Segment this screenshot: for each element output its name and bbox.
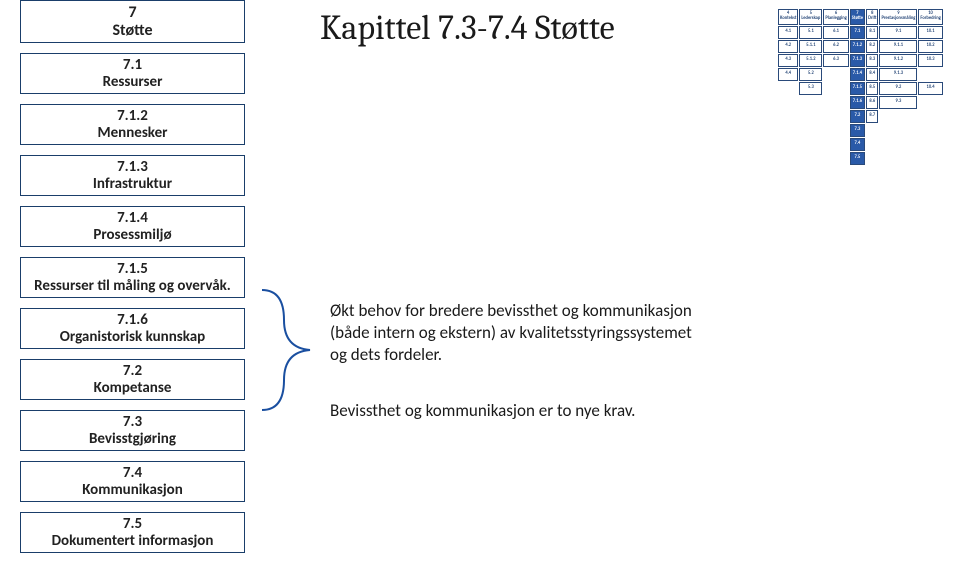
mini-cell-6-2: 6.2 [823,40,848,53]
nav-box-number: 7.1.6 [117,312,148,329]
left-nav-column: 7Støtte 7.1Ressurser 7.1.2Mennesker 7.1.3In… [20,0,245,563]
nav-box-label: Dokumentert informasjon [52,533,214,550]
mini-cell-9-3: 9.3 [879,96,917,109]
mini-cell-5-2: 5.2 [799,68,822,81]
mini-header-8: 8Drift [866,9,878,25]
mini-cell-8-2: 8.2 [866,40,878,53]
mini-header-9: 9Prestasjonsmåling [879,9,917,25]
nav-box-number: 7.1.4 [117,210,148,227]
mini-header-7: 7Støtte [850,9,865,25]
mini-cell-4-3: 4.3 [778,54,798,67]
mini-cell-7-5: 7.5 [850,152,865,165]
nav-box-label: Kompetanse [94,380,172,397]
nav-box-7-1-6[interactable]: 7.1.6Organistorisk kunnskap [20,308,245,349]
nav-box-7-1-4[interactable]: 7.1.4Prosessmiljø [20,206,245,247]
nav-box-number: 7.1.5 [117,261,148,278]
mini-cell-8-1: 8.1 [866,26,878,39]
mini-cell-9-1-3: 9.1.3 [879,68,917,81]
mini-cell-4-4: 4.4 [778,68,798,81]
mini-cell-7-1-5: 7.1.5 [850,82,865,95]
nav-box-number: 7.2 [123,363,142,380]
mini-cell-8-3: 8.3 [866,54,878,67]
nav-box-number: 7 [128,4,136,22]
mini-cell-10-2: 10.2 [918,40,942,53]
mini-cell-5-1-1: 5.1.1 [799,40,822,53]
mini-cell-5-1-2: 5.1.2 [799,54,822,67]
mini-cell-4-1: 4.1 [778,26,798,39]
brace-connector [262,290,317,410]
nav-box-label: Infrastruktur [93,176,172,193]
mini-cell-7-2: 7.2 [850,110,865,123]
mini-header-6: 6Planlegging [823,9,848,25]
mini-cell-4-2: 4.2 [778,40,798,53]
mini-cell-7-1-3: 7.1.3 [850,54,865,67]
nav-box-label: Mennesker [98,125,168,142]
nav-box-number: 7.1.3 [117,159,148,176]
nav-box-7-3[interactable]: 7.3Bevisstgjøring [20,410,245,451]
mini-cell-8-6: 8.6 [866,96,878,109]
nav-box-7-1-3[interactable]: 7.1.3Infrastruktur [20,155,245,196]
mini-cell-9-2: 9.2 [879,82,917,95]
nav-box-label: Støtte [112,22,152,40]
mini-cell-7-1: 7.1 [850,26,865,39]
mini-cell-5-3: 5.3 [799,82,822,95]
nav-box-7[interactable]: 7Støtte [20,0,245,43]
nav-box-label: Ressurser [103,74,163,91]
body-paragraph-2: Bevissthet og kommunikasjon er to nye kr… [330,400,710,422]
mini-cell-9-1: 9.1 [879,26,917,39]
mini-cell-10-4: 10.4 [918,82,942,95]
mini-cell-8-5: 8.5 [866,82,878,95]
nav-box-7-1[interactable]: 7.1Ressurser [20,53,245,94]
mini-cell-7-4: 7.4 [850,138,865,151]
nav-box-number: 7.3 [123,414,142,431]
mini-overview-matrix: 4Kontekst5Lederskap6Planlegging7Støtte8D… [777,8,942,166]
mini-cell-8-4: 8.4 [866,68,878,81]
nav-box-label: Prosessmiljø [93,227,171,244]
mini-cell-7-1-2: 7.1.2 [850,40,865,53]
nav-box-number: 7.4 [123,465,142,482]
mini-cell-10-1: 10.1 [918,26,942,39]
mini-cell-7-3: 7.3 [850,124,865,137]
mini-header-4: 4Kontekst [778,9,798,25]
mini-cell-9-1-1: 9.1.1 [879,40,917,53]
mini-cell-8-7: 8.7 [866,110,878,123]
nav-box-number: 7.1.2 [117,108,148,125]
body-paragraph-1: Økt behov for bredere bevissthet og komm… [330,300,710,366]
slide-title: Kapittel 7.3-7.4 Støtte [320,8,615,48]
nav-box-number: 7.1 [123,57,142,74]
nav-box-7-4[interactable]: 7.4Kommunikasjon [20,461,245,502]
nav-box-label: Organistorisk kunnskap [60,329,205,346]
mini-cell-10-3: 10.3 [918,54,942,67]
nav-box-7-1-5[interactable]: 7.1.5Ressurser til måling og overvåk. [20,257,245,298]
slide-root: 7Støtte7.1Ressurser7.1.2Mennesker7.1.3In… [0,0,960,550]
mini-cell-6-1: 6.1 [823,26,848,39]
mini-cell-9-1-2: 9.1.2 [879,54,917,67]
nav-box-label: Kommunikasjon [82,482,183,499]
brace-icon [262,290,317,410]
mini-cell-7-1-4: 7.1.4 [850,68,865,81]
mini-cell-6-3: 6.3 [823,54,848,67]
mini-header-5: 5Lederskap [799,9,822,25]
nav-box-7-1-2[interactable]: 7.1.2Mennesker [20,104,245,145]
nav-box-7-2[interactable]: 7.2Kompetanse [20,359,245,400]
nav-box-7-5[interactable]: 7.5Dokumentert informasjon [20,512,245,553]
nav-box-label: Bevisstgjøring [89,431,176,448]
mini-header-10: 10Forbedring [918,9,942,25]
mini-cell-7-1-6: 7.1.6 [850,96,865,109]
mini-cell-5-1: 5.1 [799,26,822,39]
nav-box-label: Ressurser til måling og overvåk. [34,278,231,295]
nav-box-number: 7.5 [123,516,142,533]
